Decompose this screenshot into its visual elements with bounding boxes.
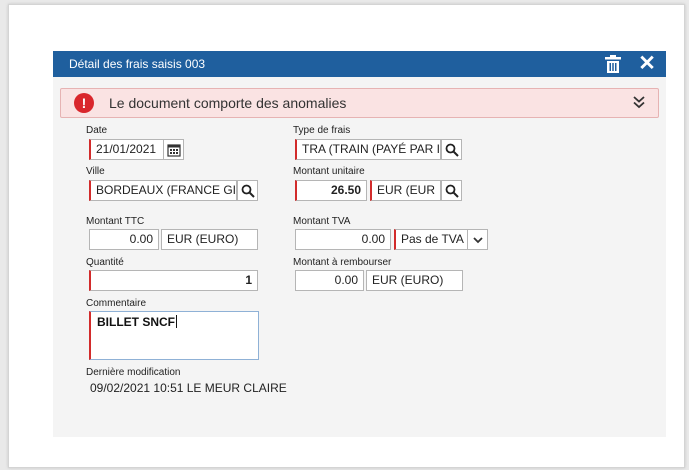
tva-dropdown-button[interactable] <box>467 229 488 250</box>
ville-label: Ville <box>86 166 105 177</box>
ville-field[interactable]: BORDEAUX (FRANCE GI <box>89 180 237 201</box>
panel-title: Détail des frais saisis 003 <box>69 57 206 71</box>
commentaire-text: BILLET SNCF <box>97 315 175 329</box>
window-frame: Détail des frais saisis 003 ✕ ! Le docum… <box>8 4 685 468</box>
montant-ttc-field: 0.00 <box>89 229 159 250</box>
derniere-modification-label: Dernière modification <box>86 367 181 378</box>
calendar-icon <box>167 144 181 157</box>
commentaire-label: Commentaire <box>86 298 147 309</box>
expense-detail-panel: Détail des frais saisis 003 ✕ ! Le docum… <box>53 51 666 437</box>
currency-search-button[interactable] <box>441 180 462 201</box>
montant-unitaire-currency-field[interactable]: EUR (EUR <box>370 180 441 201</box>
montant-ttc-currency-field: EUR (EURO) <box>161 229 258 250</box>
derniere-modification-value: 09/02/2021 10:51 LE MEUR CLAIRE <box>90 381 287 395</box>
quantite-label: Quantité <box>86 257 124 268</box>
exclamation-icon: ! <box>74 93 94 113</box>
search-icon <box>241 184 255 198</box>
calendar-button[interactable] <box>163 139 184 160</box>
alert-message: Le document comporte des anomalies <box>109 95 347 111</box>
montant-ttc-label: Montant TTC <box>86 216 145 227</box>
type-frais-label: Type de frais <box>293 125 351 136</box>
montant-unitaire-label: Montant unitaire <box>293 166 365 177</box>
montant-rembourser-field: 0.00 <box>295 270 364 291</box>
anomaly-alert: ! Le document comporte des anomalies <box>60 88 659 118</box>
date-field[interactable]: 21/01/2021 <box>89 139 171 160</box>
chevron-down-icon <box>473 237 483 244</box>
montant-tva-label: Montant TVA <box>293 216 351 227</box>
commentaire-textarea[interactable]: BILLET SNCF <box>89 311 259 360</box>
ville-search-button[interactable] <box>237 180 258 201</box>
type-frais-field[interactable]: TRA (TRAIN (PAYÉ PAR I <box>295 139 441 160</box>
type-frais-search-button[interactable] <box>441 139 462 160</box>
trash-icon[interactable] <box>604 54 622 74</box>
double-chevron-down-icon[interactable] <box>631 94 647 110</box>
close-icon[interactable]: ✕ <box>636 52 658 76</box>
panel-titlebar: Détail des frais saisis 003 ✕ <box>53 51 666 77</box>
search-icon <box>445 143 459 157</box>
montant-rembourser-label: Montant à rembourser <box>293 257 392 268</box>
tva-type-select[interactable]: Pas de TVA <box>394 229 468 250</box>
quantite-field[interactable]: 1 <box>89 270 258 291</box>
search-icon <box>445 184 459 198</box>
text-caret <box>176 315 177 328</box>
date-label: Date <box>86 125 108 136</box>
montant-tva-field[interactable]: 0.00 <box>295 229 391 250</box>
montant-rembourser-currency-field: EUR (EURO) <box>366 270 463 291</box>
montant-unitaire-field[interactable]: 26.50 <box>295 180 367 201</box>
